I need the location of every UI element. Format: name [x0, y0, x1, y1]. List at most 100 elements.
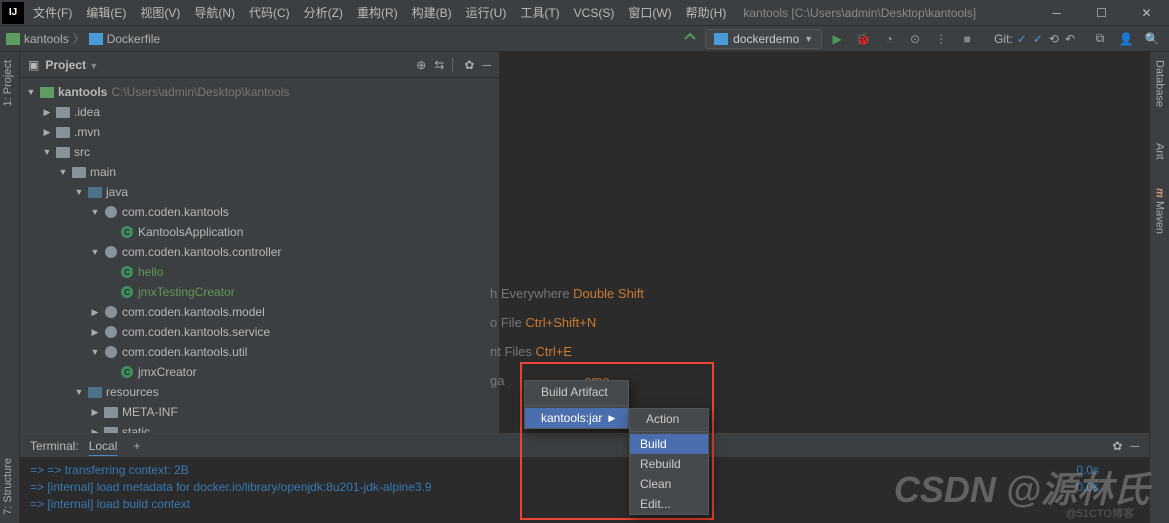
git-revert-icon[interactable]: ↶ [1065, 32, 1075, 46]
tree-root[interactable]: ▼ kantools C:\Users\admin\Desktop\kantoo… [20, 82, 499, 102]
git-commit-icon[interactable]: ✓ [1017, 32, 1027, 46]
tree-row[interactable]: ▼ com.coden.kantools [20, 202, 499, 222]
panel-settings-icon[interactable]: ✿ [464, 58, 474, 72]
breadcrumb-file[interactable]: Dockerfile [107, 32, 160, 46]
window-title: kantools [C:\Users\admin\Desktop\kantool… [743, 6, 1034, 20]
profile-button[interactable]: ⊙ [904, 28, 926, 50]
chevron-down-icon: ▼ [804, 34, 813, 44]
minimize-button[interactable]: ─ [1034, 0, 1079, 26]
menu-help[interactable]: 帮助(H) [679, 4, 734, 21]
folder-icon [56, 105, 70, 119]
menu-refactor[interactable]: 重构(R) [350, 4, 405, 21]
tree-label: src [74, 145, 90, 159]
tree-row[interactable]: ▼ src [20, 142, 499, 162]
menu-vcs[interactable]: VCS(S) [567, 6, 622, 20]
tree-label: com.coden.kantools.service [122, 325, 270, 339]
expand-all-icon[interactable]: ⇆ [434, 58, 444, 72]
action-build[interactable]: Build [630, 434, 708, 454]
tree-row[interactable]: KantoolsApplication [20, 222, 499, 242]
tree-row[interactable]: ▼com.coden.kantools.controller [20, 242, 499, 262]
menu-tools[interactable]: 工具(T) [513, 4, 566, 21]
close-button[interactable]: ✕ [1124, 0, 1169, 26]
titlebar: IJ 文件(F) 编辑(E) 视图(V) 导航(N) 代码(C) 分析(Z) 重… [0, 0, 1169, 26]
chevron-icon[interactable]: ▼ [90, 207, 100, 217]
terminal-settings-icon[interactable]: ✿ [1112, 439, 1122, 453]
rail-database[interactable]: Database [1150, 52, 1169, 115]
terminal-tab-local[interactable]: Local [79, 439, 128, 453]
action-edit[interactable]: Edit... [630, 494, 708, 514]
attach-button[interactable]: ⋮ [930, 28, 952, 50]
build-button[interactable] [679, 28, 701, 50]
menu-run[interactable]: 运行(U) [459, 4, 514, 21]
tree-row[interactable]: ▼resources [20, 382, 499, 402]
collapse-all-icon[interactable] [452, 58, 456, 72]
chevron-icon[interactable]: ▼ [90, 347, 100, 357]
chevron-icon[interactable]: ▼ [42, 147, 52, 157]
tree-row[interactable]: jmxCreator [20, 362, 499, 382]
chevron-icon[interactable]: ▶ [42, 107, 52, 118]
menu-edit[interactable]: 编辑(E) [79, 4, 133, 21]
folder-icon [72, 165, 86, 179]
menu-view[interactable]: 视图(V) [133, 4, 187, 21]
rail-maven[interactable]: mMaven [1150, 180, 1169, 243]
tree-row[interactable]: ▼com.coden.kantools.util [20, 342, 499, 362]
menu-nav[interactable]: 导航(N) [187, 4, 242, 21]
menu-build[interactable]: 构建(B) [405, 4, 459, 21]
maximize-button[interactable]: ☐ [1079, 0, 1124, 26]
right-tool-rail: Database Ant mMaven [1149, 52, 1169, 523]
terminal-hide-icon[interactable]: ─ [1130, 439, 1139, 453]
tree-row[interactable]: ▶com.coden.kantools.model [20, 302, 499, 322]
git-push-icon[interactable]: ✓ [1033, 32, 1043, 46]
hide-panel-icon[interactable]: ─ [482, 58, 491, 72]
tree-row[interactable]: ▶ .mvn [20, 122, 499, 142]
folder-icon [56, 125, 70, 139]
chevron-icon[interactable]: ▶ [90, 407, 100, 418]
avatar-icon[interactable]: 👤 [1115, 28, 1137, 50]
git-history-icon[interactable]: ⟲ [1049, 32, 1059, 46]
left-tool-rail: 1: Project 7: Structure [0, 52, 20, 523]
debug-button[interactable]: 🐞 [852, 28, 874, 50]
menu-file[interactable]: 文件(F) [26, 4, 79, 21]
artifact-item[interactable]: kantools:jar ▶ [525, 408, 628, 428]
ide-settings-icon[interactable]: ⧉ [1089, 28, 1111, 50]
artifact-icon [531, 414, 539, 422]
coverage-button[interactable]: ◔ [878, 28, 900, 50]
rail-project[interactable]: 1: Project [0, 52, 19, 114]
run-button[interactable]: ▶ [826, 28, 848, 50]
menu-analyze[interactable]: 分析(Z) [297, 4, 350, 21]
breadcrumb-project[interactable]: kantools [24, 32, 69, 46]
tree-label: .mvn [74, 125, 100, 139]
chevron-icon[interactable]: ▶ [90, 327, 100, 338]
breadcrumb: kantools 〉 Dockerfile [6, 30, 679, 47]
rail-structure[interactable]: 7: Structure [0, 450, 19, 523]
chevron-icon[interactable]: ▼ [74, 187, 84, 197]
chevron-icon[interactable]: ▼ [74, 387, 84, 397]
run-configuration-selector[interactable]: dockerdemo ▼ [705, 29, 822, 49]
chevron-icon[interactable]: ▼ [90, 247, 100, 257]
menu-code[interactable]: 代码(C) [242, 4, 297, 21]
stop-button[interactable]: ■ [956, 28, 978, 50]
tree-row[interactable]: ▶.idea [20, 102, 499, 122]
chevron-icon[interactable]: ▼ [58, 167, 68, 177]
tree-label: KantoolsApplication [138, 225, 243, 239]
terminal-new-tab[interactable]: + [127, 439, 146, 453]
menu-window[interactable]: 窗口(W) [621, 4, 678, 21]
action-clean[interactable]: Clean [630, 474, 708, 494]
tree-row[interactable]: ▼java [20, 182, 499, 202]
breadcrumb-separator: 〉 [73, 30, 85, 47]
search-icon[interactable]: 🔍 [1141, 28, 1163, 50]
tree-row[interactable]: ▶ com.coden.kantools.service [20, 322, 499, 342]
panel-title: Project ▼ [45, 58, 410, 72]
terminal-output[interactable]: => => transferring context: 2B0.0s => [i… [20, 458, 1149, 517]
build-artifact-menu: Build Artifact kantools:jar ▶ [524, 380, 629, 429]
action-rebuild[interactable]: Rebuild [630, 454, 708, 474]
rail-ant[interactable]: Ant [1150, 135, 1169, 168]
tree-row[interactable]: ▼main [20, 162, 499, 182]
tree-row[interactable]: ▶META-INF [20, 402, 499, 422]
tree-label: com.coden.kantools [122, 205, 229, 219]
chevron-icon[interactable]: ▶ [42, 127, 52, 138]
tree-row[interactable]: jmxTestingCreator [20, 282, 499, 302]
chevron-icon[interactable]: ▶ [90, 307, 100, 318]
tree-row[interactable]: hello [20, 262, 499, 282]
select-opened-icon[interactable]: ⊕ [416, 58, 426, 72]
